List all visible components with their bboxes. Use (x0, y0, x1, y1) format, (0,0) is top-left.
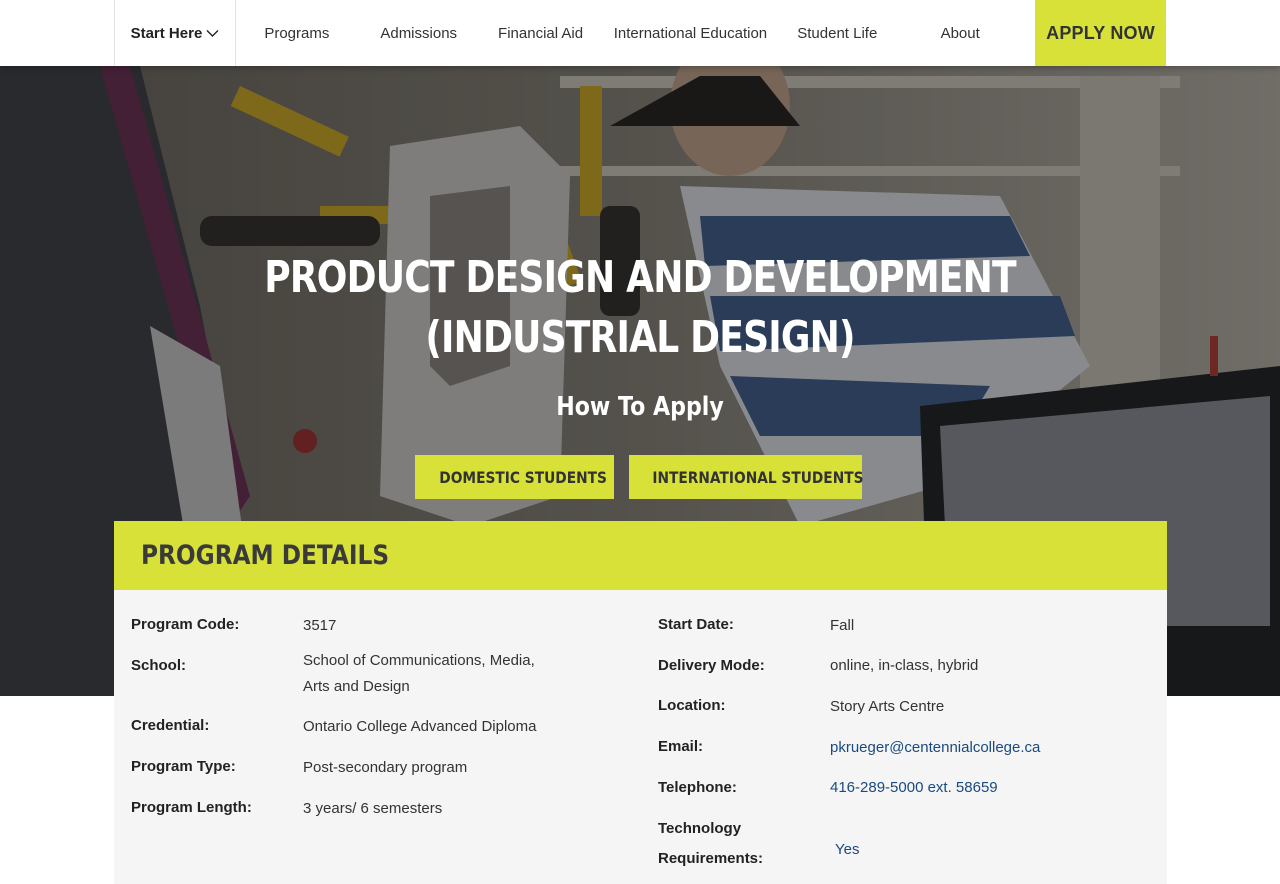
school-value: School of Communications, Media, Arts an… (303, 652, 535, 695)
program-type-label: Program Type: (131, 758, 236, 775)
international-students-button[interactable]: INTERNATIONAL STUDENTS (629, 455, 864, 499)
telephone-label: Telephone: (658, 779, 737, 796)
location-value: Story Arts Centre (830, 698, 945, 715)
technology-requirements-link[interactable]: Yes (835, 837, 1135, 863)
program-code-label: Program Code: (131, 616, 240, 633)
program-details-panel: Program Code: 3517 School: School of Com… (114, 590, 1167, 884)
program-type-value: Post-secondary program (303, 759, 468, 776)
location-label: Location: (658, 697, 726, 714)
email-label: Email: (658, 738, 704, 755)
credential-label: Credential: (131, 717, 210, 734)
start-date-value: Fall (830, 617, 855, 634)
apply-now-button[interactable]: APPLY NOW (1035, 0, 1166, 66)
nav-item-admissions[interactable]: Admissions (358, 0, 480, 66)
email-link[interactable]: pkrueger@centennialcollege.ca (830, 735, 1130, 761)
technology-requirements-label: Technology Requirements: (658, 820, 764, 867)
apply-buttons: DOMESTIC STUDENTS INTERNATIONAL STUDENTS (415, 455, 864, 499)
delivery-mode-label: Delivery Mode: (658, 657, 765, 674)
international-students-label: INTERNATIONAL STUDENTS (652, 467, 864, 487)
start-here-label: Start Here (130, 24, 203, 42)
start-here-menu[interactable]: Start Here (114, 0, 236, 66)
credential-value: Ontario College Advanced Diploma (303, 718, 537, 735)
start-date-label: Start Date: (658, 616, 734, 633)
top-navigation: Start Here Programs Admissions Financial… (0, 0, 1280, 66)
nav-item-programs[interactable]: Programs (236, 0, 358, 66)
domestic-students-button[interactable]: DOMESTIC STUDENTS (415, 455, 614, 499)
program-code-value: 3517 (303, 617, 337, 634)
school-label: School: (131, 657, 186, 674)
how-to-apply-heading: How To Apply (556, 392, 724, 422)
telephone-link[interactable]: 416-289-5000 ext. 58659 (830, 775, 1130, 801)
program-details-heading: PROGRAM DETAILS (141, 540, 390, 571)
chevron-down-icon (206, 29, 219, 37)
nav-item-student-life[interactable]: Student Life (779, 0, 895, 66)
nav-item-about[interactable]: About (895, 0, 1025, 66)
nav-bar: Start Here Programs Admissions Financial… (114, 0, 1166, 66)
delivery-mode-value: online, in-class, hybrid (830, 657, 979, 674)
program-title: PRODUCT DESIGN AND DEVELOPMENT (INDUSTRI… (264, 252, 1016, 363)
program-length-label: Program Length: (131, 799, 252, 816)
nav-item-financial-aid[interactable]: Financial Aid (480, 0, 602, 66)
domestic-students-label: DOMESTIC STUDENTS (439, 467, 607, 487)
program-length-value: 3 years/ 6 semesters (303, 800, 443, 817)
program-details-header: PROGRAM DETAILS (114, 521, 1167, 590)
nav-item-international-education[interactable]: International Education (602, 0, 780, 66)
